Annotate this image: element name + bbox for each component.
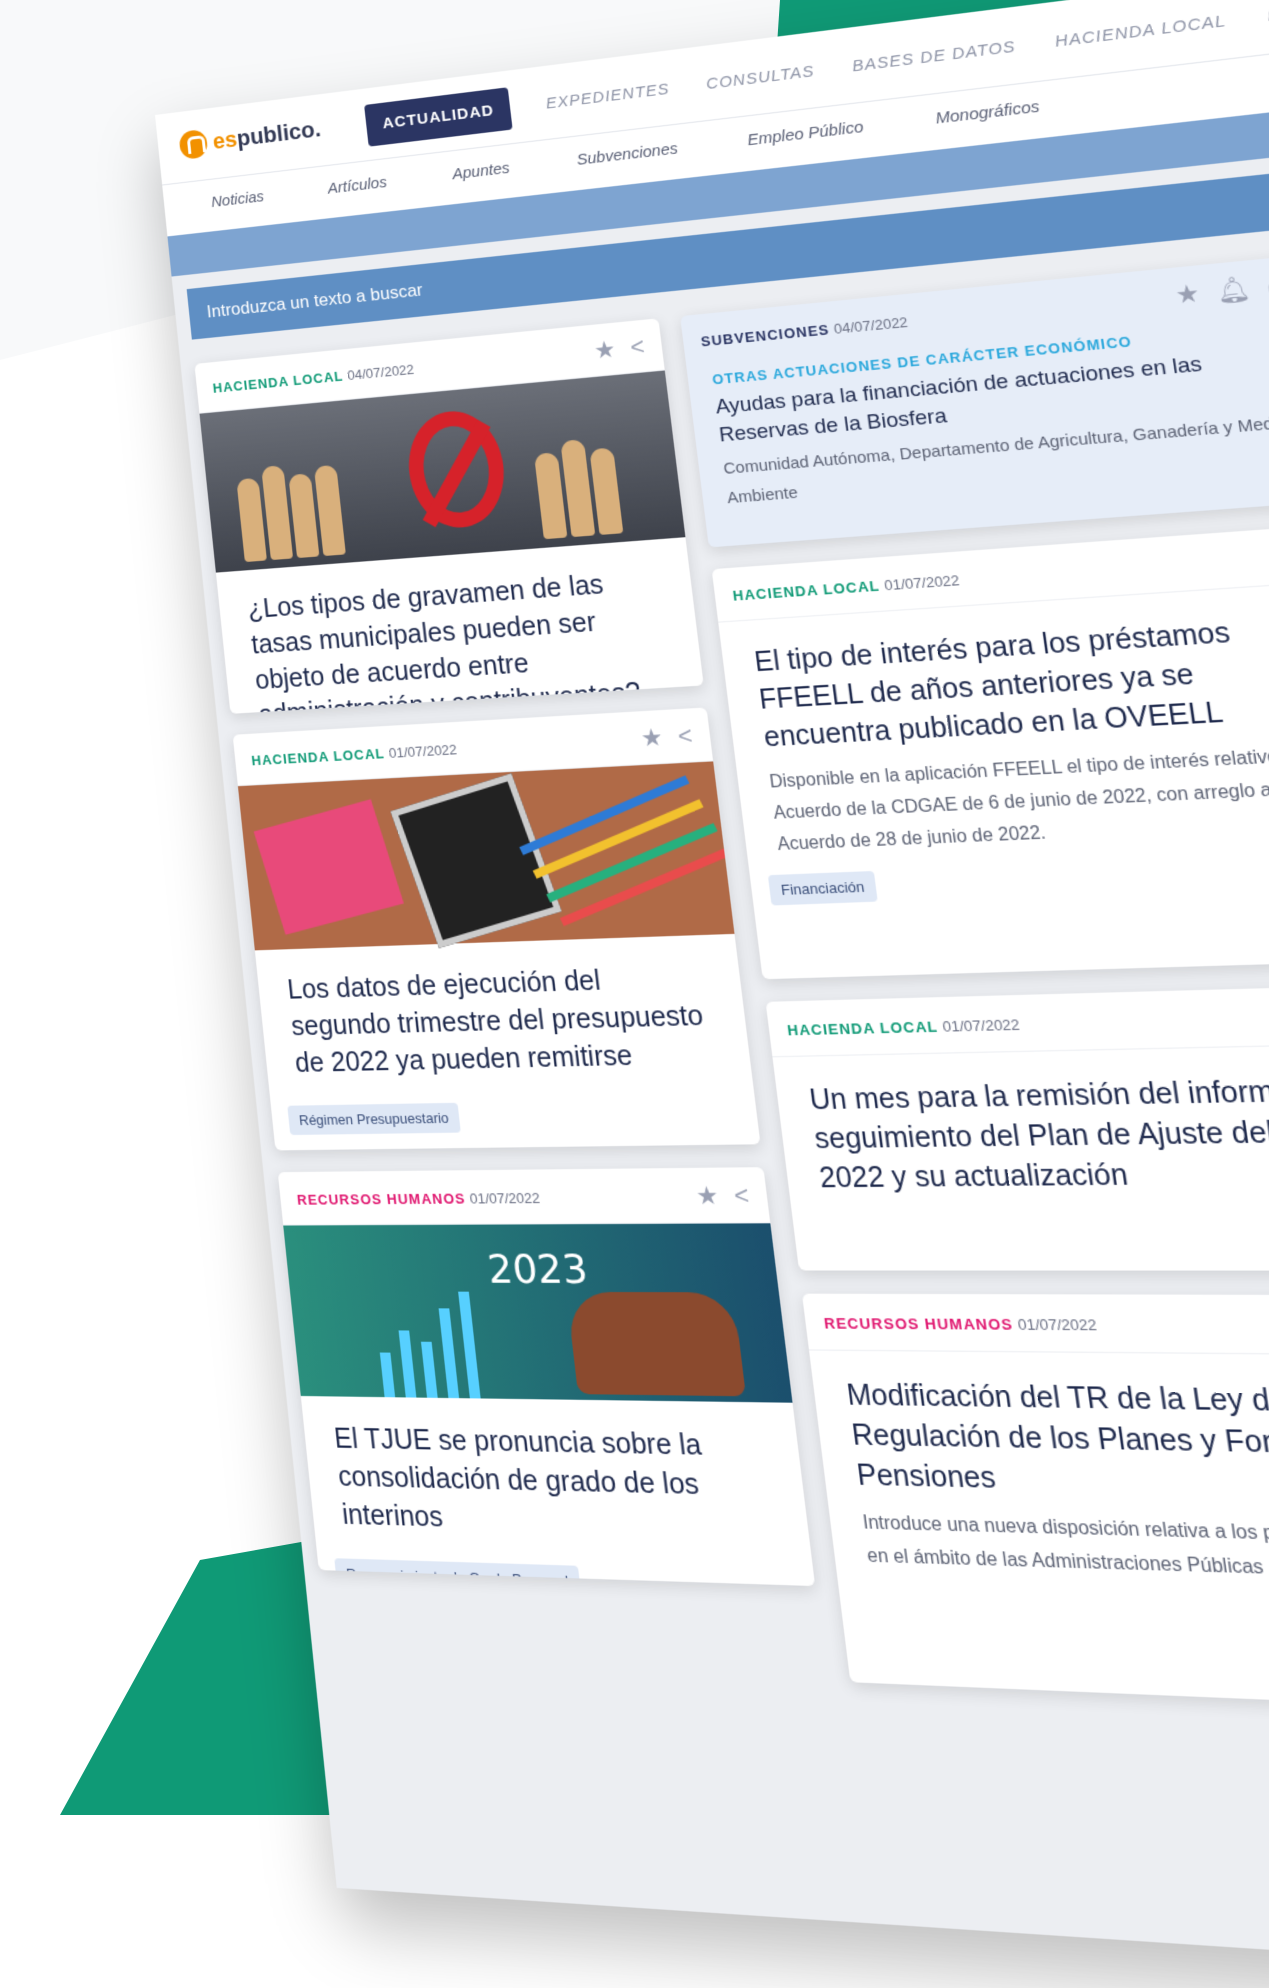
subnav-articulos[interactable]: Artículos: [327, 174, 388, 198]
subnav-empleo-publico[interactable]: Empleo Público: [746, 118, 864, 149]
date-label: 01/07/2022: [1016, 1315, 1098, 1334]
category-label: HACIENDA LOCAL: [731, 577, 881, 604]
brand-logo[interactable]: espublico.: [178, 115, 322, 161]
article-description: Introduce una nueva disposición relativa…: [861, 1513, 1269, 1579]
logo-icon: [178, 128, 209, 161]
nav-bases-de-datos[interactable]: BASES DE DATOS: [851, 37, 1017, 75]
nav-actualidad[interactable]: ACTUALIDAD: [364, 87, 514, 147]
news-card[interactable]: RECURSOS HUMANOS01/07/2022 ★< Modificaci…: [801, 1293, 1269, 1711]
image-year-text: 2023: [485, 1246, 591, 1294]
share-icon[interactable]: <: [676, 722, 694, 751]
prohibition-sign-icon: [402, 407, 511, 531]
category-label: HACIENDA LOCAL: [212, 368, 345, 396]
date-label: 01/07/2022: [883, 571, 961, 594]
article-title[interactable]: Modificación del TR de la Ley de Regulac…: [809, 1351, 1269, 1523]
subnav-apuntes[interactable]: Apuntes: [451, 159, 510, 183]
category-label: RECURSOS HUMANOS: [296, 1190, 467, 1208]
subnav-noticias[interactable]: Noticias: [210, 188, 264, 211]
share-icon[interactable]: <: [629, 333, 646, 362]
date-label: 01/07/2022: [387, 741, 458, 762]
logo-name: publico.: [235, 115, 322, 152]
screen-mockup: espublico. ACTUALIDAD EXPEDIENTES CONSUL…: [155, 0, 1269, 1988]
category-label: HACIENDA LOCAL: [250, 745, 386, 769]
date-label: 04/07/2022: [346, 361, 415, 384]
nav-consultas[interactable]: CONSULTAS: [705, 62, 815, 93]
article-image: 2023: [283, 1223, 793, 1403]
article-title[interactable]: Un mes para la remisión del informe de s…: [772, 1043, 1269, 1209]
article-title[interactable]: El TJUE se pronuncia sobre la consolidac…: [301, 1396, 812, 1559]
article-image: [237, 761, 735, 951]
app-screen: espublico. ACTUALIDAD EXPEDIENTES CONSUL…: [155, 0, 1269, 1988]
nav-hacienda-local[interactable]: HACIENDA LOCAL: [1054, 12, 1228, 51]
news-card[interactable]: HACIENDA LOCAL 01/07/2022 ★ < Los datos de…: [232, 707, 761, 1151]
share-icon[interactable]: <: [732, 1181, 750, 1211]
category-label: SUBVENCIONES: [699, 321, 831, 350]
news-card[interactable]: HACIENDA LOCAL01/07/2022 ★< El tipo de i…: [711, 523, 1269, 980]
topic-tag[interactable]: Reconocimiento de Grado Personal: [334, 1558, 582, 1587]
date-label: 01/07/2022: [941, 1015, 1021, 1036]
star-icon[interactable]: ★: [639, 723, 664, 753]
topic-tag[interactable]: Régimen Presupuestario: [287, 1103, 461, 1136]
news-card[interactable]: HACIENDA LOCAL01/07/2022 ★< Un mes para …: [765, 984, 1269, 1271]
date-label: 04/07/2022: [832, 313, 909, 338]
subsidy-card[interactable]: SUBVENCIONES 04/07/2022 ★ 🔔︎ ➦ OTRAS ACTUAC…: [680, 254, 1269, 548]
logo-prefix: es: [211, 126, 239, 155]
star-icon[interactable]: ★: [694, 1181, 720, 1211]
news-card[interactable]: HACIENDA LOCAL 04/07/2022 ★ < ¿Los tipos d…: [194, 318, 704, 714]
star-icon[interactable]: ★: [593, 336, 617, 366]
subnav-monograficos[interactable]: Monográficos: [934, 97, 1040, 127]
bell-icon[interactable]: 🔔︎: [1214, 274, 1252, 307]
nav-expedientes[interactable]: EXPEDIENTES: [545, 80, 671, 113]
category-label: HACIENDA LOCAL: [786, 1017, 940, 1039]
category-label: RECURSOS HUMANOS: [822, 1314, 1015, 1334]
topic-tag[interactable]: Financiación: [767, 871, 878, 906]
article-title[interactable]: Los datos de ejecución del segundo trime…: [255, 934, 753, 1093]
news-card[interactable]: RECURSOS HUMANOS 01/07/2022 ★ < 2023 El TJ…: [277, 1167, 816, 1587]
subnav-subvenciones[interactable]: Subvenciones: [576, 140, 679, 169]
date-label: 01/07/2022: [468, 1189, 541, 1207]
star-icon[interactable]: ★: [1173, 279, 1201, 310]
forward-arrow-icon[interactable]: ➦: [1265, 270, 1269, 302]
